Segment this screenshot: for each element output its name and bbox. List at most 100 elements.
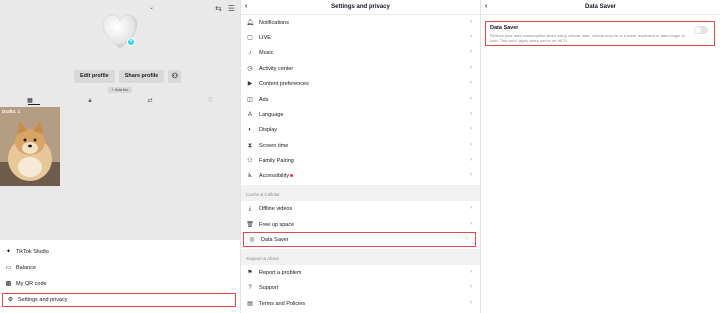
ads-icon: ◫ (247, 96, 253, 103)
chevron-right-icon: › (470, 300, 472, 306)
qr-icon: ▩ (5, 280, 12, 287)
menu-icon[interactable]: ☰ (227, 4, 236, 13)
flag-icon: ⚑ (247, 269, 253, 276)
data-saver-option: Data Saver Reduce your data consumption … (485, 21, 715, 46)
page-title: Settings and privacy (331, 4, 390, 10)
chevron-right-icon: › (470, 142, 472, 148)
settings-item-label: Report a problem (259, 269, 302, 276)
chevron-right-icon: › (470, 157, 472, 163)
private-tab-icon[interactable]: 🔒︎ (84, 97, 96, 105)
settings-item-ads[interactable]: ◫ Ads › (241, 92, 480, 107)
chevron-right-icon: › (470, 19, 472, 25)
drafts-thumbnail[interactable]: Drafts: 1 (0, 107, 60, 186)
document-icon: ▤ (247, 300, 253, 307)
add-bio-button[interactable]: + Add bio (108, 87, 132, 93)
gear-icon: ⚙ (7, 296, 14, 303)
support-icon: ? (248, 284, 252, 291)
add-friend-button[interactable]: ⚇ (168, 70, 182, 83)
chevron-right-icon: › (470, 65, 472, 71)
settings-item-music[interactable]: ♪ Music › (241, 45, 480, 60)
section-support-about: Support & About (241, 249, 480, 265)
settings-item-label: Notifications (259, 19, 289, 26)
username-dropdown[interactable]: ⌄ (86, 3, 154, 12)
notification-dot (289, 174, 293, 177)
data-saver-toggle[interactable] (694, 26, 708, 34)
settings-item-language[interactable]: A Language › (241, 107, 480, 122)
settings-item-label: Accessibility (259, 172, 289, 179)
settings-item-notifications[interactable]: 🔔︎ Notifications › (241, 15, 480, 30)
settings-item-label: Free up space (259, 221, 295, 228)
avatar[interactable] (100, 12, 140, 52)
menu-item-label: My QR code (16, 281, 47, 287)
translate-icon[interactable]: ⇆ (214, 4, 223, 13)
trash-icon: 🗑︎ (246, 221, 254, 228)
data-icon: ◎ (249, 236, 255, 243)
settings-item-label: Terms and Policies (259, 300, 306, 307)
profile-panel: ⌄ ⇆ ☰ + Edit profile Share profile ⚇ + A… (0, 0, 240, 313)
settings-item-free-up-space[interactable]: 🗑︎ Free up space › (241, 217, 480, 232)
settings-item-offline-videos[interactable]: ⤓ Offline videos › (241, 201, 480, 216)
settings-item-label: Support (259, 284, 279, 291)
bell-icon: 🔔︎ (246, 19, 254, 26)
drafts-label: Drafts: 1 (2, 109, 21, 114)
chevron-right-icon: › (470, 34, 472, 40)
chevron-right-icon: › (470, 205, 472, 211)
settings-item-accessibility[interactable]: ♿︎ Accessibility › (241, 168, 480, 183)
edit-profile-button[interactable]: Edit profile (74, 70, 115, 83)
studio-icon: ✦ (5, 248, 12, 255)
option-title: Data Saver (490, 25, 519, 31)
settings-item-display[interactable]: ◐ Display › (241, 122, 480, 137)
settings-item-activity-center[interactable]: ◷ Activity center › (241, 61, 480, 76)
settings-item-label: Content preferences (259, 80, 309, 87)
chevron-down-icon: ⌄ (148, 5, 154, 11)
settings-item-content-preferences[interactable]: ▶ Content preferences › (241, 76, 480, 91)
chevron-right-icon: › (470, 269, 472, 275)
data-saver-header: ‹ Data Saver (481, 0, 720, 15)
accessibility-icon: ♿︎ (247, 172, 253, 179)
settings-header: ‹ Settings and privacy (241, 0, 480, 15)
settings-panel: ‹ Settings and privacy 🔔︎ Notifications › … (241, 0, 480, 313)
add-avatar-icon[interactable]: + (127, 38, 135, 46)
back-icon[interactable]: ‹ (245, 3, 247, 10)
language-icon: A (247, 111, 252, 118)
download-icon: ⤓ (248, 205, 252, 212)
reposts-tab-icon[interactable]: ⇄ (144, 97, 156, 105)
chevron-right-icon: › (470, 96, 472, 102)
data-saver-panel: ‹ Data Saver Data Saver Reduce your data… (481, 0, 720, 313)
menu-item-label: Settings and privacy (18, 297, 68, 303)
settings-item-screen-time[interactable]: ⧗ Screen time › (241, 138, 480, 153)
back-icon[interactable]: ‹ (485, 3, 487, 10)
chevron-right-icon: › (470, 126, 472, 132)
chevron-right-icon: › (470, 80, 472, 86)
dog-photo (0, 107, 60, 186)
chevron-right-icon: › (466, 236, 468, 242)
live-icon: ▢ (247, 34, 253, 41)
settings-item-family-pairing[interactable]: ⚇ Family Pairing › (241, 153, 480, 168)
menu-item-qr-code[interactable]: ▩ My QR code (0, 277, 240, 291)
settings-item-label: Language (259, 111, 284, 118)
menu-item-settings-and-privacy[interactable]: ⚙ Settings and privacy (2, 293, 236, 307)
chevron-right-icon: › (470, 284, 472, 290)
section-title: Support & About (246, 256, 279, 261)
chevron-right-icon: › (470, 49, 472, 55)
settings-item-label: Data Saver (261, 236, 289, 243)
menu-item-balance[interactable]: ▭ Balance (0, 261, 240, 275)
family-icon: ⚇ (247, 157, 253, 164)
music-icon: ♪ (248, 49, 252, 56)
page-title: Data Saver (584, 4, 617, 10)
wallet-icon: ▭ (5, 264, 12, 271)
menu-item-tiktok-studio[interactable]: ✦ TikTok Studio (0, 245, 240, 259)
settings-item-label: Family Pairing (259, 157, 294, 164)
settings-item-data-saver[interactable]: ◎ Data Saver › (243, 232, 476, 247)
menu-item-label: Balance (16, 265, 36, 271)
settings-item-label: Display (259, 126, 278, 133)
liked-tab-icon[interactable]: ♡ (204, 97, 216, 105)
settings-item-live[interactable]: ▢ LIVE › (241, 30, 480, 45)
settings-item-label: Screen time (259, 142, 289, 149)
share-profile-button[interactable]: Share profile (118, 70, 165, 83)
settings-item-support[interactable]: ? Support › (241, 280, 480, 295)
settings-item-label: Ads (259, 96, 269, 103)
settings-item-terms-and-policies[interactable]: ▤ Terms and Policies › (241, 296, 480, 311)
settings-item-label: Offline videos (259, 205, 293, 212)
settings-item-report-a-problem[interactable]: ⚑ Report a problem › (241, 265, 480, 280)
